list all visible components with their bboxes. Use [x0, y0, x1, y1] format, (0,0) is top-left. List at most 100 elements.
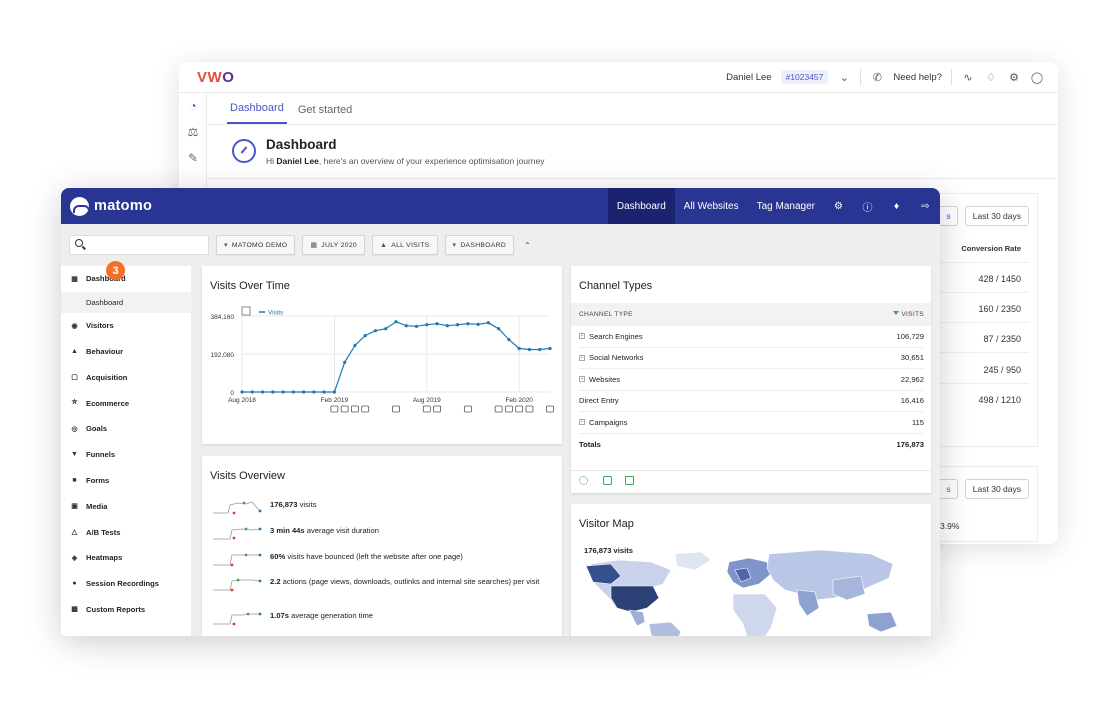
matomo-logo[interactable]: matomo [70, 196, 152, 216]
data-point[interactable] [250, 390, 254, 394]
menu-forms[interactable]: ■ Forms [61, 468, 191, 494]
info-icon[interactable]: ⓘ [853, 188, 882, 224]
region-asia[interactable] [766, 549, 894, 601]
segment-selector[interactable]: ▲ ALL VISITS [372, 235, 438, 255]
gear-icon[interactable]: ⚙ [1007, 70, 1021, 84]
expand-icon[interactable]: + [579, 354, 585, 361]
activity-icon[interactable]: ∿ [961, 70, 975, 84]
data-point[interactable] [240, 390, 244, 394]
settings-icon[interactable] [579, 476, 588, 485]
data-point[interactable] [435, 322, 439, 326]
expand-icon[interactable]: + [579, 419, 585, 426]
region-india[interactable] [796, 589, 820, 617]
menu-ecommerce[interactable]: ⛤ Ecommerce [61, 390, 191, 416]
annotation-icon[interactable] [340, 405, 349, 413]
data-point[interactable] [353, 343, 357, 348]
data-point[interactable] [281, 390, 285, 394]
menu-behaviour[interactable]: ▲ Behaviour [61, 339, 191, 365]
data-point[interactable] [363, 334, 367, 338]
data-point[interactable] [343, 360, 347, 364]
region-greenland[interactable] [674, 551, 712, 571]
table-row[interactable]: + Campaigns 115 [579, 412, 924, 434]
annotation-icon[interactable] [330, 405, 339, 413]
annotation-icon[interactable] [463, 405, 472, 413]
data-point[interactable] [466, 322, 470, 326]
menu-dashboard[interactable]: ▦ Dashboard [61, 266, 191, 292]
menu-heatmaps[interactable]: ◈ Heatmaps [61, 545, 191, 571]
data-point[interactable] [445, 324, 449, 328]
menu-funnels[interactable]: ▼ Funnels [61, 442, 191, 468]
annotation-icon[interactable] [525, 405, 534, 413]
table-view-icon[interactable] [603, 476, 612, 485]
vwo-logo[interactable]: VWO [197, 69, 234, 86]
tab-get-started[interactable]: Get started [295, 104, 355, 124]
region-africa[interactable] [732, 593, 778, 636]
data-point[interactable] [456, 323, 460, 327]
bell-icon[interactable]: ♦ [882, 188, 911, 224]
annotation-icon[interactable] [351, 405, 359, 413]
region-usa[interactable] [610, 585, 660, 613]
dashboard-gauge-icon[interactable]: ◔ [179, 93, 207, 119]
data-point[interactable] [517, 346, 521, 351]
menu-ab-tests[interactable]: △ A/B Tests [61, 519, 191, 545]
bell-icon[interactable]: ♢ [984, 70, 998, 84]
menu-custom-reports[interactable]: ▩ Custom Reports [61, 597, 191, 623]
column-header-visits[interactable]: VISITS [893, 311, 924, 318]
data-point[interactable] [302, 390, 306, 394]
flask-icon[interactable]: ⚖ [179, 119, 207, 145]
data-point[interactable] [548, 346, 552, 351]
gear-icon[interactable]: ⚙ [824, 188, 853, 224]
data-point[interactable] [414, 324, 419, 328]
menu-dashboard-sub[interactable]: Dashboard [61, 291, 191, 313]
annotation-icon[interactable] [546, 405, 554, 413]
data-point[interactable] [507, 337, 511, 342]
range-button-partial[interactable]: s [940, 206, 958, 226]
collapse-icon[interactable]: ⌃ [524, 241, 531, 250]
menu-visitors[interactable]: ◉ Visitors [61, 313, 191, 339]
data-point[interactable] [394, 320, 398, 324]
nav-all-websites[interactable]: All Websites [675, 188, 748, 224]
data-point[interactable] [486, 321, 490, 325]
data-point[interactable] [271, 390, 275, 394]
data-point[interactable] [322, 390, 326, 394]
world-map[interactable] [571, 504, 931, 636]
chevron-down-icon[interactable]: ⌄ [837, 70, 851, 84]
expand-icon[interactable]: + [579, 376, 585, 383]
data-point[interactable] [476, 322, 480, 326]
annotation-icon[interactable] [505, 405, 513, 413]
data-point[interactable] [260, 390, 265, 394]
data-point[interactable] [384, 327, 388, 331]
table-row[interactable]: + Social Networks 30,651 [579, 348, 924, 369]
annotation-icon[interactable] [433, 405, 441, 413]
region-australia[interactable] [866, 611, 898, 633]
annotation-icon[interactable] [361, 405, 370, 413]
column-header-channel-type[interactable]: CHANNEL TYPE [579, 311, 633, 318]
menu-media[interactable]: ▣ Media [61, 493, 191, 519]
table-row[interactable]: + Websites 22,962 [579, 369, 924, 391]
annotation-icon[interactable] [515, 405, 524, 413]
data-point[interactable] [332, 390, 336, 394]
nav-tag-manager[interactable]: Tag Manager [748, 188, 824, 224]
period-selector[interactable]: ▦ JULY 2020 [302, 235, 365, 255]
account-icon[interactable]: ◯ [1030, 70, 1044, 84]
range-button-partial[interactable]: s [940, 479, 958, 499]
table-row[interactable]: Direct Entry 16,416 [579, 391, 924, 412]
range-button-30-days[interactable]: Last 30 days [964, 479, 1029, 499]
data-point[interactable] [373, 329, 378, 333]
user-name[interactable]: Daniel Lee [726, 72, 771, 83]
data-point[interactable] [538, 347, 542, 352]
data-point[interactable] [312, 390, 316, 394]
site-selector[interactable]: ▾ MATOMO DEMO [216, 235, 296, 255]
logout-icon[interactable]: ⇨ [911, 188, 940, 224]
menu-goals[interactable]: ◎ Goals [61, 416, 191, 442]
tab-dashboard[interactable]: Dashboard [227, 102, 287, 124]
expand-icon[interactable]: + [579, 333, 585, 340]
search-input[interactable] [69, 235, 209, 255]
data-point[interactable] [404, 324, 408, 328]
legend-label[interactable]: Visits [268, 310, 284, 317]
annotation-icon[interactable] [494, 405, 503, 413]
region-south-america[interactable] [648, 621, 682, 636]
dashboard-selector[interactable]: ▾ DASHBOARD [444, 235, 515, 255]
data-point[interactable] [497, 327, 501, 331]
export-icon[interactable] [625, 476, 634, 485]
